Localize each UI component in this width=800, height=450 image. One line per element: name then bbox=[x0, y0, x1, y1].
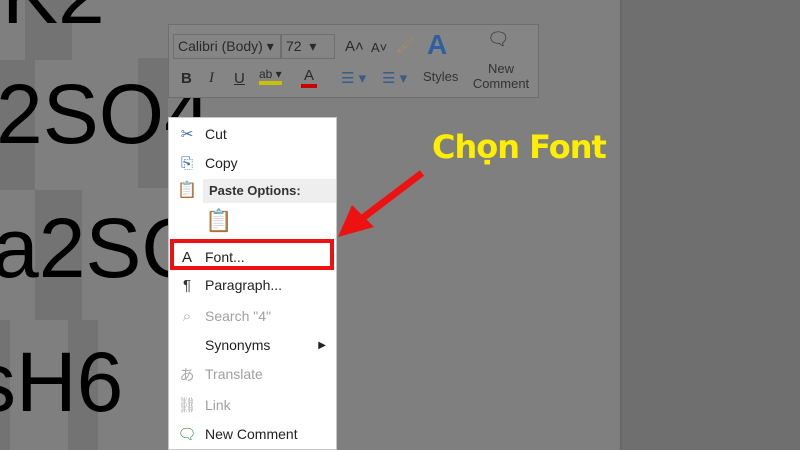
menu-item-search[interactable]: ⌕ Search "4" bbox=[169, 302, 336, 330]
document-margin-area bbox=[620, 0, 800, 450]
bullets-icon[interactable]: ☰ ▾ bbox=[341, 69, 366, 87]
doc-text-line: sH6 bbox=[0, 335, 124, 429]
red-arrow-icon bbox=[338, 170, 425, 237]
shrink-font-icon[interactable]: A˅ bbox=[371, 40, 387, 55]
menu-label: Copy bbox=[205, 155, 238, 171]
menu-item-paragraph[interactable]: ¶ Paragraph... bbox=[169, 271, 336, 299]
highlight-icon[interactable]: ab ▾ bbox=[259, 67, 282, 85]
menu-label: Paragraph... bbox=[205, 277, 283, 293]
new-comment-icon[interactable]: 🗨 bbox=[487, 29, 510, 50]
copy-icon: ⎘ bbox=[180, 154, 193, 172]
scissors-icon: ✂ bbox=[180, 126, 194, 143]
submenu-arrow-icon: ▶ bbox=[318, 339, 326, 351]
menu-label: Synonyms bbox=[205, 337, 271, 353]
italic-button[interactable]: I bbox=[209, 70, 214, 87]
menu-label: New Comment bbox=[205, 426, 298, 442]
menu-item-cut[interactable]: ✂ Cut bbox=[169, 120, 336, 148]
context-menu: ✂ Cut ⎘ Copy 📋 Paste Options: 📋 A Font... ¶… bbox=[168, 117, 337, 450]
mini-toolbar: Calibri (Body) ▾ 72 ▾ A˄ A˅ 🖌 B I U ab ▾… bbox=[168, 24, 539, 98]
link-icon: ⛓ bbox=[177, 397, 197, 414]
font-name-dropdown[interactable]: Calibri (Body) ▾ bbox=[173, 34, 281, 59]
menu-label: Link bbox=[205, 397, 231, 413]
paste-options-header: Paste Options: bbox=[203, 179, 336, 203]
new-comment-icon: 🗨 bbox=[177, 426, 197, 443]
menu-item-synonyms[interactable]: Synonyms ▶ bbox=[169, 331, 336, 359]
paste-keep-formatting-icon[interactable]: 📋 bbox=[205, 208, 232, 234]
menu-item-translate[interactable]: あ Translate bbox=[169, 360, 336, 388]
doc-text-line: K2 bbox=[2, 0, 105, 36]
menu-item-link[interactable]: ⛓ Link bbox=[169, 391, 336, 419]
font-size-value: 72 bbox=[286, 38, 302, 54]
font-highlight-box bbox=[170, 239, 334, 270]
paragraph-icon: ¶ bbox=[182, 276, 192, 294]
search-icon: ⌕ bbox=[182, 307, 192, 325]
bold-button[interactable]: B bbox=[181, 70, 192, 87]
format-painter-icon[interactable]: 🖌 bbox=[396, 36, 415, 54]
styles-label[interactable]: Styles bbox=[423, 69, 458, 84]
annotation-label: Chọn Font bbox=[432, 128, 607, 166]
paste-icon: 📋 bbox=[177, 182, 197, 199]
menu-item-copy[interactable]: ⎘ Copy bbox=[169, 149, 336, 177]
underline-button[interactable]: U bbox=[234, 70, 245, 87]
menu-label: Translate bbox=[205, 366, 263, 382]
numbering-icon[interactable]: ☰ ▾ bbox=[382, 69, 407, 87]
menu-label: Cut bbox=[205, 126, 227, 142]
menu-item-new-comment[interactable]: 🗨 New Comment bbox=[169, 420, 336, 448]
styles-icon[interactable]: A bbox=[427, 29, 447, 61]
menu-label: Search "4" bbox=[205, 308, 271, 324]
translate-icon: あ bbox=[179, 366, 195, 384]
font-color-button[interactable]: A bbox=[301, 67, 318, 88]
font-name-value: Calibri (Body) bbox=[178, 38, 263, 54]
new-comment-button[interactable]: New Comment bbox=[471, 61, 531, 91]
font-size-dropdown[interactable]: 72 ▾ bbox=[281, 34, 335, 59]
grow-font-icon[interactable]: A˄ bbox=[345, 38, 364, 55]
